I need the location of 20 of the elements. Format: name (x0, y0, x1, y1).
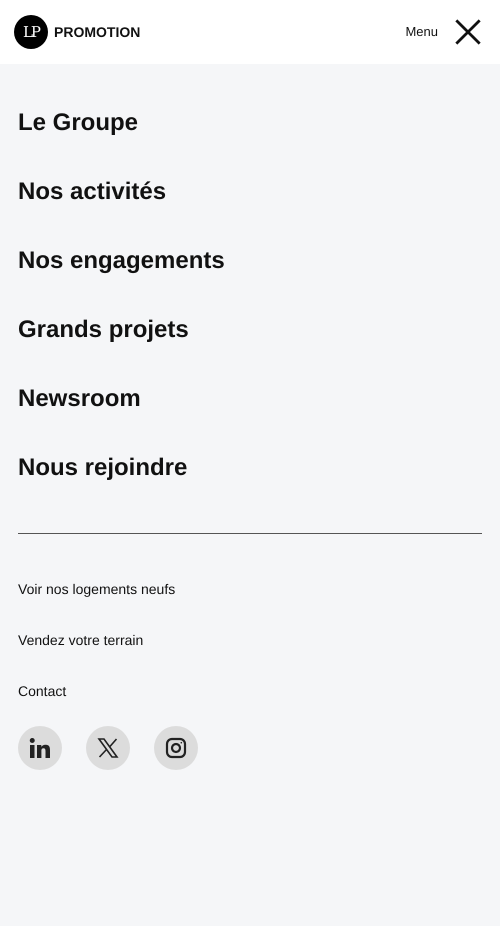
brand-name: PROMOTION (54, 22, 140, 42)
nav-link[interactable]: Grands projets (18, 313, 189, 347)
nav-link[interactable]: Le Groupe (18, 106, 138, 140)
footer-link[interactable]: Contact (18, 682, 66, 700)
social-link[interactable] (154, 726, 198, 770)
social-link[interactable] (18, 726, 62, 770)
close-icon (454, 18, 482, 46)
nav-link[interactable]: Nous rejoindre (18, 451, 188, 485)
logo-mark[interactable]: LP (14, 15, 48, 49)
nav-link[interactable]: Newsroom (18, 382, 141, 416)
instagram-icon (164, 736, 188, 760)
linkedin-icon (28, 736, 52, 760)
social-link[interactable] (86, 726, 130, 770)
x-logo-icon (96, 736, 120, 760)
nav-link[interactable]: Nos activités (18, 175, 166, 209)
nav-link[interactable]: Nos engagements (18, 244, 225, 278)
footer-link[interactable]: Voir nos logements neufs (18, 580, 176, 598)
footer-link[interactable]: Vendez votre terrain (18, 631, 144, 649)
close-button[interactable] (454, 18, 482, 46)
menu-label: Menu (405, 23, 438, 42)
